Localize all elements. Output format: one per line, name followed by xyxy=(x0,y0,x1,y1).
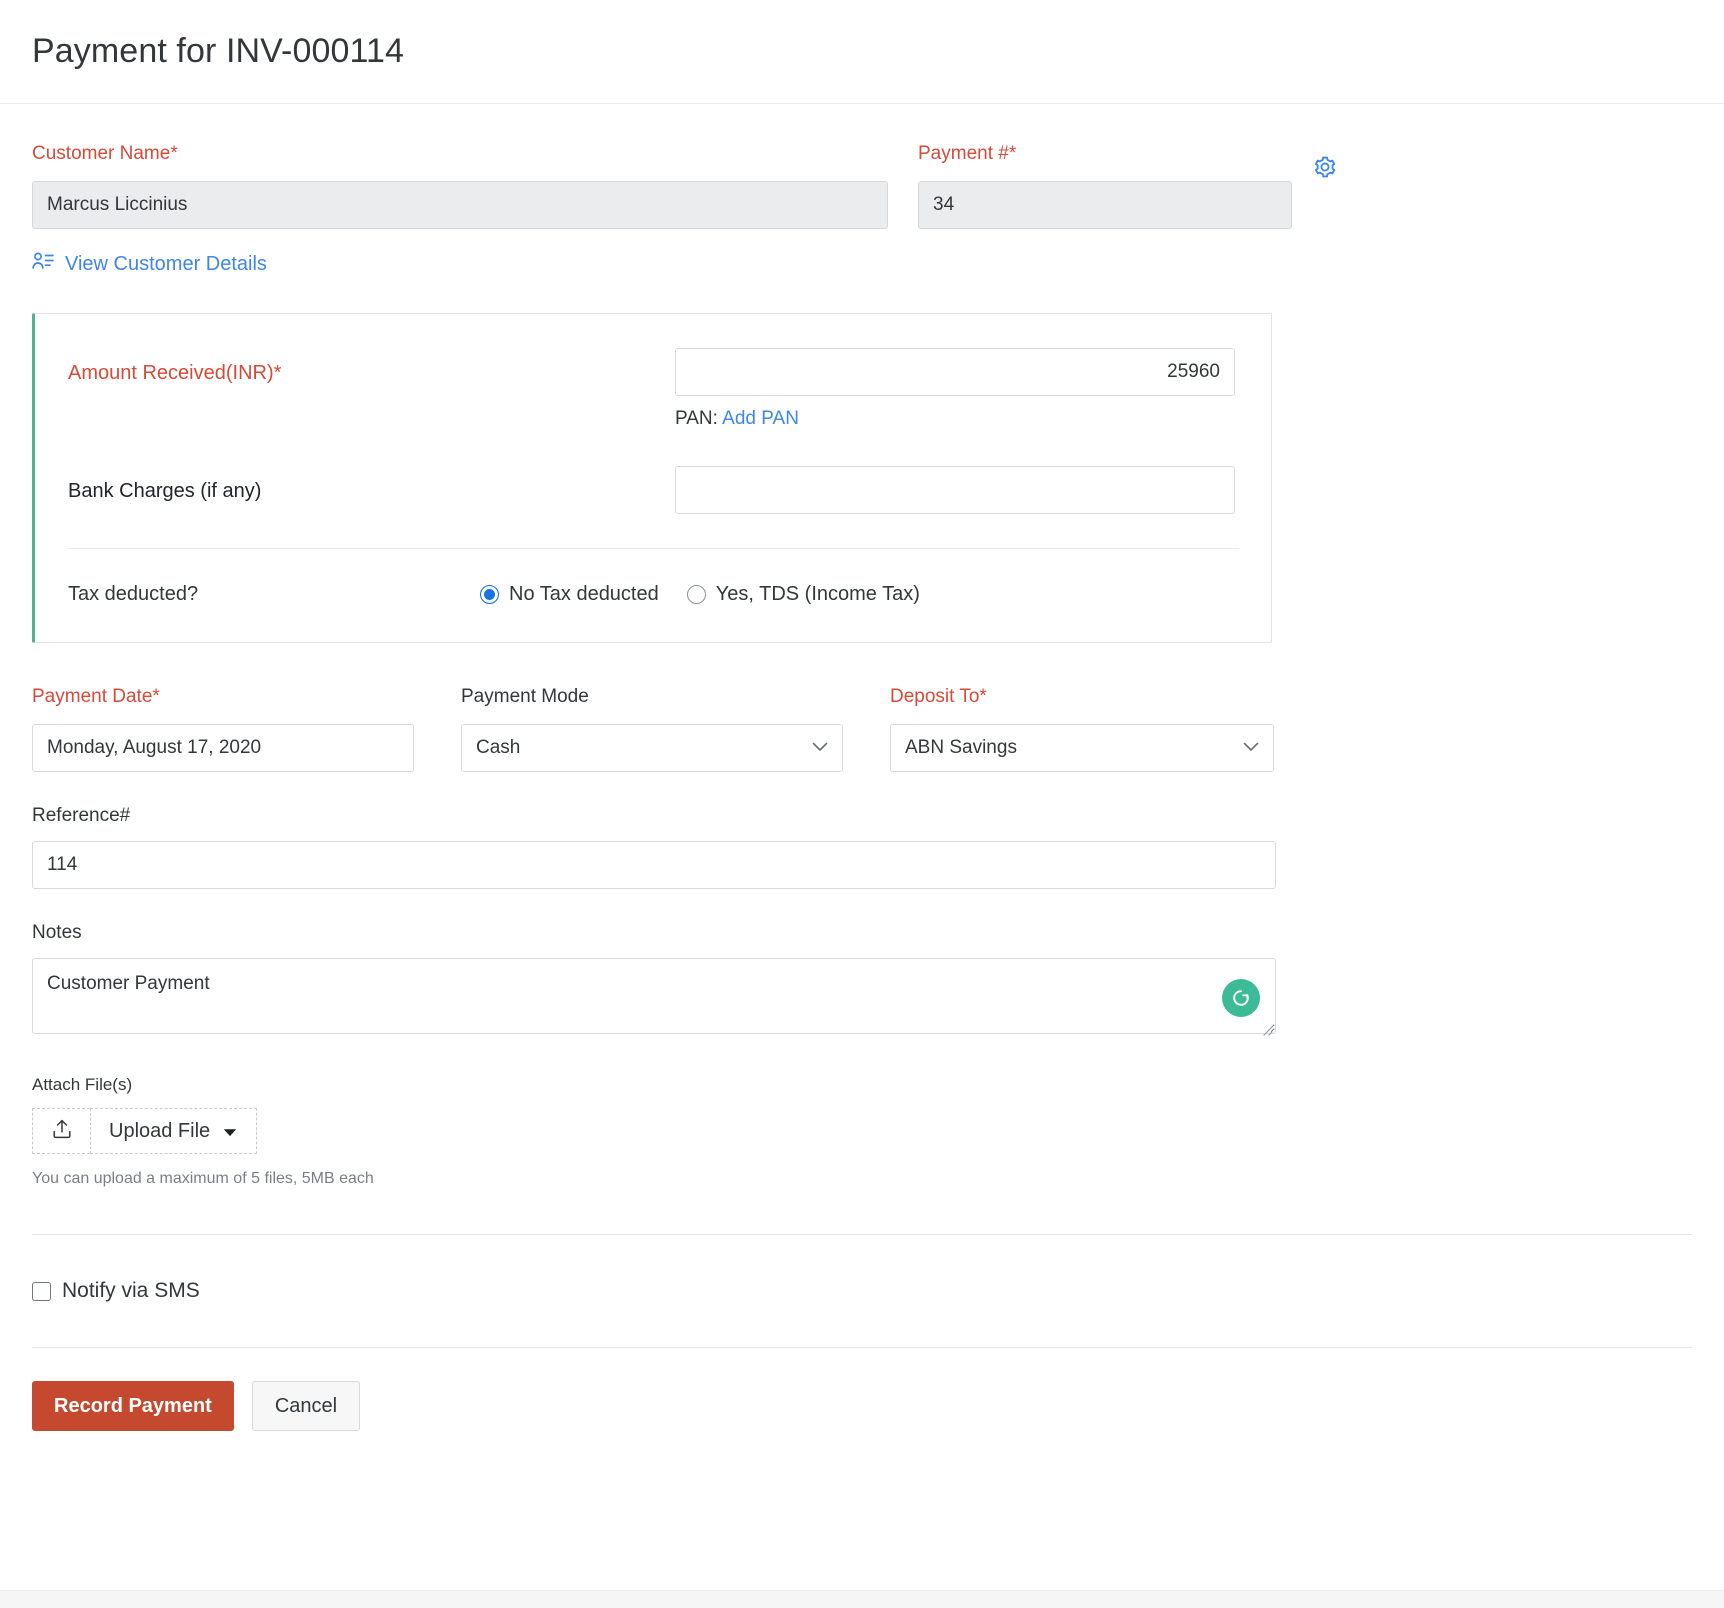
notes-label: Notes xyxy=(32,923,1692,942)
reference-input[interactable] xyxy=(32,841,1276,889)
grammarly-icon[interactable] xyxy=(1222,979,1260,1017)
pan-prefix-label: PAN: xyxy=(675,408,718,429)
payment-form-page: Payment for INV-000114 Customer Name* xyxy=(0,0,1724,1608)
payment-mode-field-group: Payment Mode xyxy=(461,687,843,772)
customer-name-label: Customer Name* xyxy=(32,143,178,164)
footer-strip xyxy=(0,1590,1724,1608)
payment-date-input[interactable] xyxy=(32,724,414,772)
pan-line: PAN: Add PAN xyxy=(675,408,1235,430)
upload-control-group: Upload File xyxy=(32,1108,257,1154)
attach-files-group: Attach File(s) Upload File xyxy=(32,1075,1692,1188)
payment-number-input[interactable] xyxy=(918,181,1292,229)
amount-received-row: Amount Received(INR)* PAN: Add PAN xyxy=(35,314,1271,430)
customer-name-input[interactable] xyxy=(32,181,888,229)
amount-received-input[interactable] xyxy=(675,348,1235,396)
notify-sms-checkbox[interactable] xyxy=(32,1282,51,1301)
page-title: Payment for INV-000114 xyxy=(32,32,404,71)
radio-yes-tds-label: Yes, TDS (Income Tax) xyxy=(716,583,920,606)
upload-file-label: Upload File xyxy=(109,1120,210,1143)
notify-sms-label[interactable]: Notify via SMS xyxy=(62,1279,200,1303)
deposit-to-label: Deposit To* xyxy=(890,686,987,707)
bank-charges-label: Bank Charges (if any) xyxy=(68,466,675,503)
payment-date-label: Payment Date* xyxy=(32,686,160,707)
customer-name-field-group: Customer Name* View Customer Details xyxy=(32,144,888,277)
tax-deducted-radio-group: No Tax deducted Yes, TDS (Income Tax) xyxy=(480,583,920,606)
reference-field-group: Reference# xyxy=(32,806,1692,889)
bank-charges-row: Bank Charges (if any) xyxy=(35,430,1271,548)
deposit-to-select[interactable] xyxy=(890,724,1274,772)
view-customer-details-link[interactable]: View Customer Details xyxy=(32,251,267,277)
gear-icon xyxy=(1312,168,1338,183)
page-header: Payment for INV-000114 xyxy=(0,0,1724,103)
bank-charges-input[interactable] xyxy=(675,466,1235,514)
form-actions: Record Payment Cancel xyxy=(32,1348,1692,1431)
tax-deducted-row: Tax deducted? No Tax deducted Yes, TDS (… xyxy=(35,549,1271,642)
attach-files-label: Attach File(s) xyxy=(32,1075,1692,1095)
cancel-button[interactable]: Cancel xyxy=(252,1381,360,1431)
payment-mode-label: Payment Mode xyxy=(461,686,589,707)
textarea-resize-handle[interactable] xyxy=(1259,1022,1273,1036)
radio-dot-selected-icon xyxy=(480,585,499,604)
caret-down-icon xyxy=(223,1120,237,1143)
contact-card-icon xyxy=(32,251,54,277)
top-fields-row: Customer Name* View Customer Details xyxy=(32,104,1692,277)
payment-details-row: Payment Date* Payment Mode xyxy=(32,687,1692,772)
payment-number-field-group: Payment #* xyxy=(918,144,1338,229)
upload-file-button[interactable]: Upload File xyxy=(90,1108,257,1154)
add-pan-link[interactable]: Add PAN xyxy=(722,408,799,429)
reference-label: Reference# xyxy=(32,806,1692,825)
payment-number-settings-button[interactable] xyxy=(1312,154,1338,180)
upload-icon xyxy=(51,1118,73,1145)
radio-no-tax-deducted[interactable]: No Tax deducted xyxy=(480,583,659,606)
notes-field-group: Notes xyxy=(32,923,1692,1039)
upload-icon-button[interactable] xyxy=(32,1108,90,1154)
tax-deducted-label: Tax deducted? xyxy=(68,583,480,606)
record-payment-button[interactable]: Record Payment xyxy=(32,1381,234,1431)
upload-hint-text: You can upload a maximum of 5 files, 5MB… xyxy=(32,1170,1692,1188)
notify-sms-row: Notify via SMS xyxy=(32,1235,1692,1303)
radio-no-tax-deducted-label: No Tax deducted xyxy=(509,583,659,606)
deposit-to-field-group: Deposit To* xyxy=(890,687,1274,772)
view-customer-details-label: View Customer Details xyxy=(65,253,267,276)
payment-date-field-group: Payment Date* xyxy=(32,687,414,772)
notes-textarea[interactable] xyxy=(32,958,1276,1034)
form-body: Customer Name* View Customer Details xyxy=(0,104,1724,1431)
payment-number-label: Payment #* xyxy=(918,143,1016,164)
payment-mode-select[interactable] xyxy=(461,724,843,772)
radio-yes-tds[interactable]: Yes, TDS (Income Tax) xyxy=(687,583,920,606)
amount-received-card: Amount Received(INR)* PAN: Add PAN Bank … xyxy=(32,313,1272,643)
radio-dot-unselected-icon xyxy=(687,585,706,604)
amount-received-label: Amount Received(INR)* xyxy=(68,348,675,385)
